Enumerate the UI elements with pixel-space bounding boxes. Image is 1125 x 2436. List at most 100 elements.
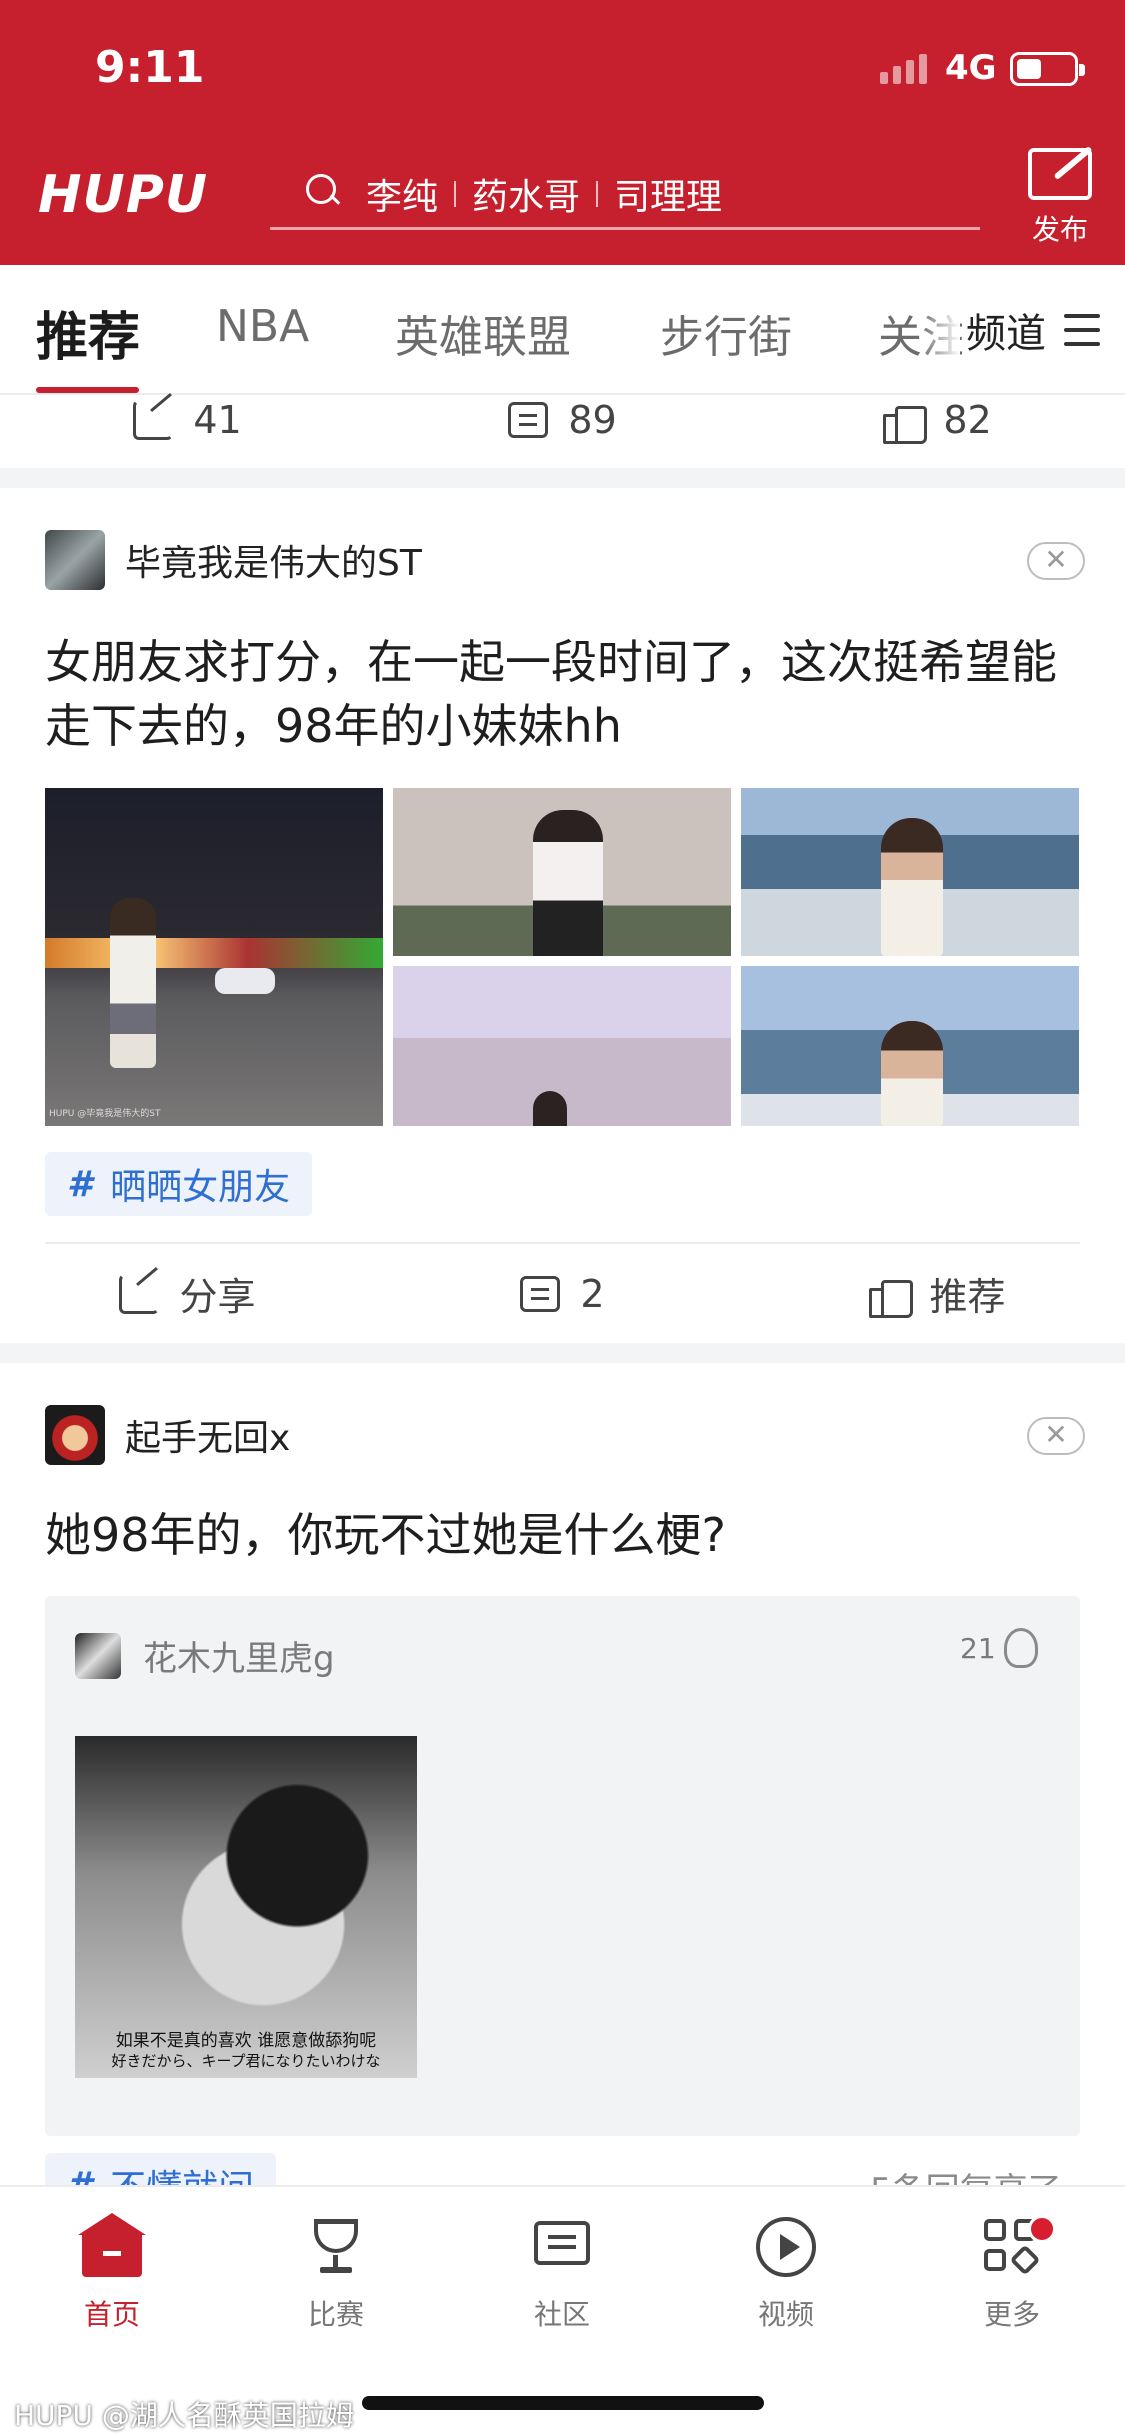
search-icon	[300, 166, 356, 222]
share-icon	[119, 1273, 160, 1314]
topic-tag[interactable]: # 不懂就问	[45, 2153, 277, 2186]
person	[533, 810, 603, 956]
tab-fade	[920, 265, 960, 393]
comment-count: 89	[568, 398, 617, 442]
reply-image[interactable]: 如果不是真的喜欢 谁愿意做舔狗呢 好きだから、キープ君になりたいわけな	[75, 1736, 417, 2078]
nav-label: 首页	[83, 2298, 140, 2331]
nav-label: 视频	[757, 2298, 814, 2331]
search-term: 药水哥	[472, 176, 581, 218]
nav-video[interactable]: 视频	[706, 2215, 866, 2333]
nav-home[interactable]: 首页	[32, 2213, 192, 2333]
post-title[interactable]: 她98年的，你玩不过她是什么梗?	[45, 1503, 1085, 1567]
light-button[interactable]: 21	[960, 1628, 1038, 1668]
signal-icon	[880, 54, 927, 84]
like-count: 82	[943, 398, 992, 442]
post-author[interactable]: 毕竟我是伟大的ST	[45, 530, 422, 590]
comment-button[interactable]: 89	[375, 395, 750, 445]
search-bar[interactable]: 李纯 药水哥 司理理	[270, 160, 980, 230]
lightbulb-icon	[1003, 1628, 1038, 1668]
channel-button[interactable]: 频道	[962, 301, 1100, 359]
tab-lol[interactable]: 英雄联盟	[395, 301, 571, 365]
nav-label: 比赛	[307, 2298, 364, 2331]
nav-games[interactable]: 比赛	[256, 2215, 416, 2333]
avatar[interactable]	[75, 1632, 121, 1679]
grid-icon	[980, 2215, 1056, 2279]
publish-label: 发布	[1031, 213, 1088, 246]
nav-label: 更多	[983, 2298, 1040, 2331]
post-image[interactable]	[393, 788, 731, 956]
tab-nba[interactable]: NBA	[216, 301, 309, 352]
tab-recommend[interactable]: 推荐	[36, 295, 140, 370]
recommend-label: 推荐	[929, 1275, 1006, 1319]
avatar[interactable]	[45, 1405, 105, 1465]
app-header: 9:11 4G HUPU 李纯 药水哥 司理理 发布	[0, 0, 1125, 265]
network-type: 4G	[945, 48, 997, 88]
reply-author[interactable]: 花木九里虎g	[75, 1631, 335, 1680]
tag-label: 不懂就问	[110, 2159, 254, 2185]
divider	[596, 180, 599, 207]
share-count: 41	[193, 398, 242, 442]
compose-icon	[1028, 148, 1092, 200]
share-icon	[133, 400, 174, 440]
post-image[interactable]	[393, 966, 731, 1126]
post-image[interactable]: HUPU @毕竟我是伟大的ST	[45, 788, 383, 1126]
trophy-icon	[304, 2215, 368, 2279]
hash-icon: #	[67, 1163, 93, 1205]
active-tab-indicator	[36, 387, 139, 393]
chat-icon	[530, 2215, 594, 2279]
comment-icon	[520, 1275, 561, 1312]
close-icon[interactable]: ✕	[1027, 542, 1085, 580]
image-caption: 好きだから、キープ君になりたいわけな	[111, 2052, 381, 2070]
battery-icon	[1010, 52, 1085, 86]
channel-label: 频道	[966, 311, 1046, 357]
author-name[interactable]: 起手无回x	[125, 1409, 290, 1461]
post-author[interactable]: 起手无回x	[45, 1405, 290, 1465]
play-icon	[754, 2215, 818, 2279]
status-time: 9:11	[95, 42, 205, 93]
street-lights	[45, 938, 383, 968]
divider	[454, 180, 457, 207]
topic-tag[interactable]: # 晒晒女朋友	[45, 1152, 313, 1216]
share-button[interactable]: 分享	[0, 1244, 375, 1343]
share-button[interactable]: 41	[0, 395, 375, 445]
publish-button[interactable]: 发布	[1020, 148, 1100, 248]
tab-bxj[interactable]: 步行街	[660, 301, 792, 365]
person	[110, 898, 156, 1068]
search-suggestions: 李纯 药水哥 司理理	[366, 168, 722, 220]
comment-button[interactable]: 2	[375, 1244, 750, 1343]
post-image[interactable]	[741, 788, 1079, 956]
notification-dot	[1028, 2215, 1056, 2243]
thumbs-up-icon	[883, 400, 928, 444]
home-indicator[interactable]	[362, 2396, 764, 2410]
person	[881, 818, 943, 956]
hot-reply[interactable]: 花木九里虎g 21 如果不是真的喜欢 谁愿意做舔狗呢 好きだから、キープ君になり…	[45, 1596, 1080, 2136]
watermark: HUPU @湖人名酥英国拉姆	[14, 2399, 354, 2432]
tag-label: 晒晒女朋友	[110, 1167, 291, 1208]
image-watermark: HUPU @毕竟我是伟大的ST	[49, 1109, 161, 1119]
home-icon	[78, 2213, 146, 2279]
post-title[interactable]: 女朋友求打分，在一起一段时间了，这次挺希望能走下去的，98年的小妹妹hh	[45, 630, 1085, 758]
post-card[interactable]: 起手无回x ✕ 她98年的，你玩不过她是什么梗? 花木九里虎g 21 如果不是真…	[0, 1363, 1125, 2185]
car	[215, 968, 275, 994]
comment-icon	[508, 402, 549, 438]
nav-community[interactable]: 社区	[482, 2215, 642, 2333]
reply-author-name[interactable]: 花木九里虎g	[143, 1631, 335, 1680]
light-count: 21	[960, 1631, 996, 1665]
post-card[interactable]: 毕竟我是伟大的ST ✕ 女朋友求打分，在一起一段时间了，这次挺希望能走下去的，9…	[0, 488, 1125, 1343]
recommend-button[interactable]: 推荐	[750, 1244, 1125, 1343]
close-icon[interactable]: ✕	[1027, 1417, 1085, 1455]
person	[881, 1021, 943, 1126]
search-term: 司理理	[614, 176, 723, 218]
avatar[interactable]	[45, 530, 105, 590]
hash-icon: #	[67, 2164, 93, 2186]
hupu-logo[interactable]: HUPU	[38, 165, 208, 225]
like-button[interactable]: 82	[750, 395, 1125, 445]
post-image[interactable]	[741, 966, 1079, 1126]
person	[533, 1091, 567, 1126]
nav-more[interactable]: 更多	[932, 2215, 1092, 2333]
reply-hint: 5条回复亮了	[870, 2163, 1062, 2185]
comment-count: 2	[580, 1271, 605, 1316]
thumbs-up-icon	[869, 1274, 914, 1318]
author-name[interactable]: 毕竟我是伟大的ST	[125, 534, 422, 586]
prev-post-card: 41 89 82	[0, 395, 1125, 468]
